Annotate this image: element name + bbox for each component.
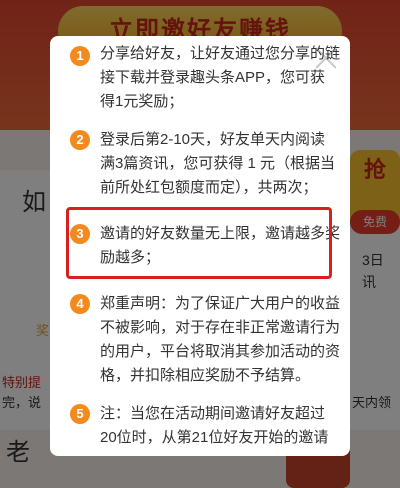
rule-text: 郑重声明：为了保证广大用户的收益不被影响，对于存在非正常邀请行为的用户，平台将取… <box>100 295 341 384</box>
rules-modal: 1 分享给好友，让好友通过您分享的链接下载并登录趣头条APP，您可获得1元奖励；… <box>50 36 350 456</box>
rule-number-badge: 5 <box>70 404 90 424</box>
highlight-box <box>66 207 332 279</box>
rule-item-1: 1 分享给好友，让好友通过您分享的链接下载并登录趣头条APP，您可获得1元奖励； <box>68 36 340 114</box>
rule-text: 分享给好友，让好友通过您分享的链接下载并登录趣头条APP，您可获得1元奖励； <box>100 45 341 110</box>
rule-text: 注：当您在活动期间邀请好友超过20位时，从第21位好友开始的邀请 <box>100 405 329 446</box>
rule-number-badge: 2 <box>70 130 90 150</box>
rule-number-badge: 4 <box>70 294 90 314</box>
rule-number-badge: 1 <box>70 46 90 66</box>
rule-text: 登录后第2-10天，好友单天内阅读满3篇资讯，您可获得 1 元（根据当前所处红包… <box>100 131 336 196</box>
rule-item-2: 2 登录后第2-10天，好友单天内阅读满3篇资讯，您可获得 1 元（根据当前所处… <box>68 128 340 200</box>
rule-item-4: 4 郑重声明：为了保证广大用户的收益不被影响，对于存在非正常邀请行为的用户，平台… <box>68 292 340 388</box>
rule-item-5: 5 注：当您在活动期间邀请好友超过20位时，从第21位好友开始的邀请 <box>68 402 340 450</box>
